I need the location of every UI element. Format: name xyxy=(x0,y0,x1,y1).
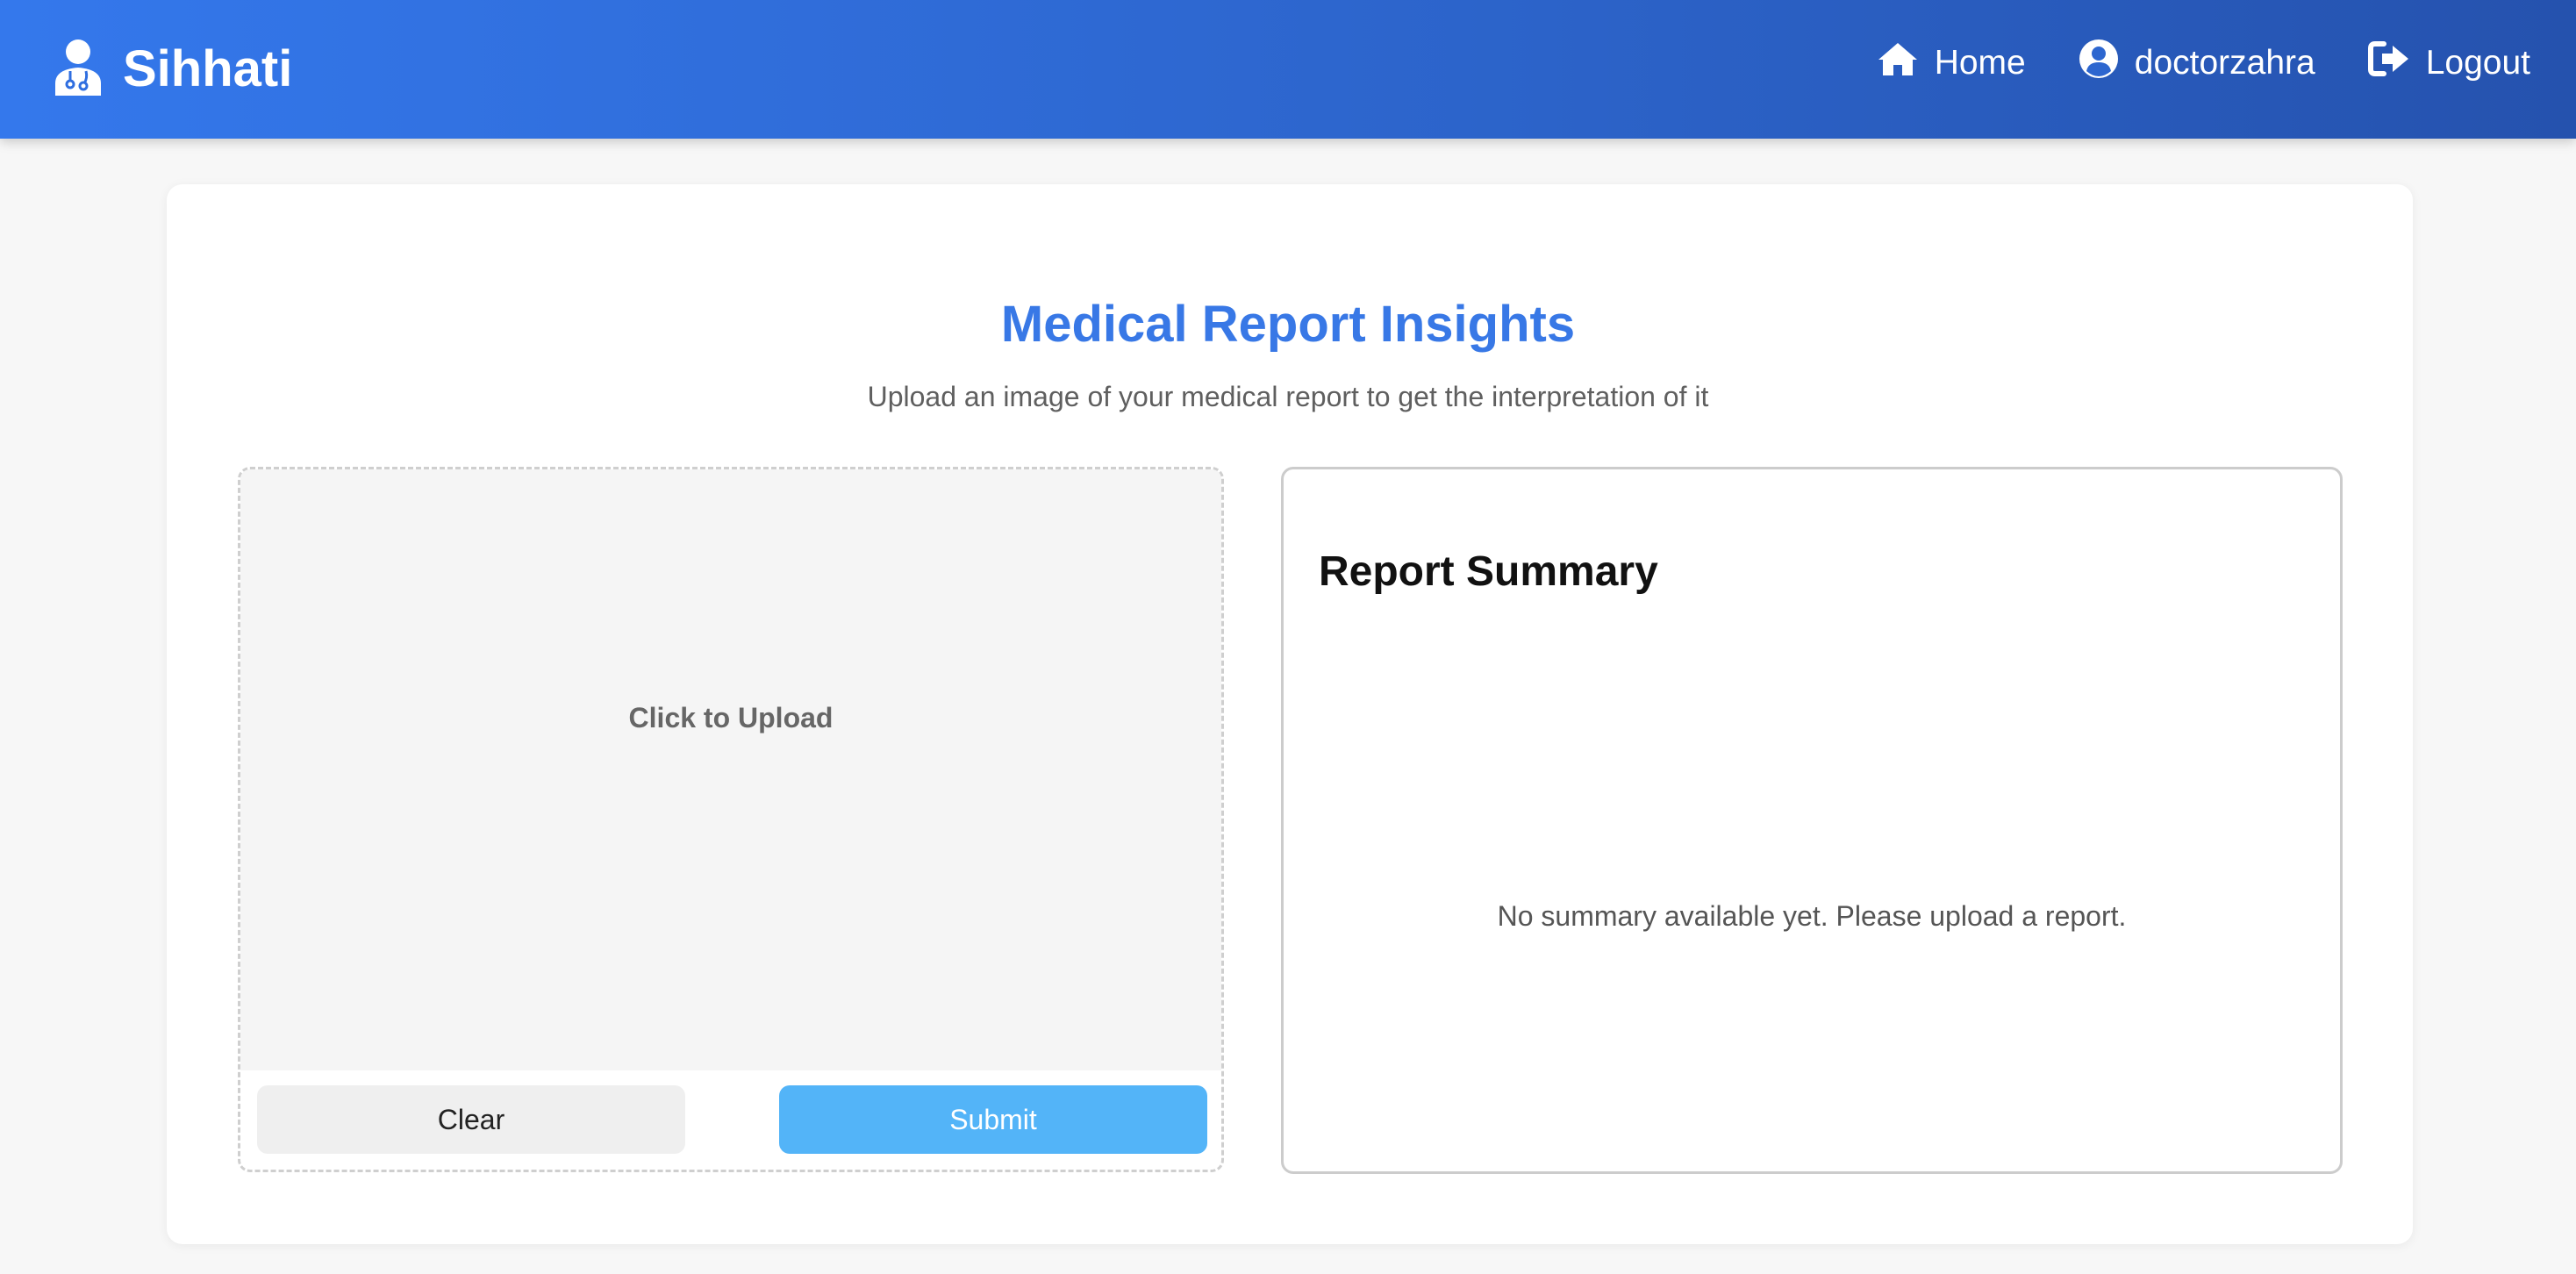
nav-home-label: Home xyxy=(1934,44,2026,82)
user-circle-icon xyxy=(2079,39,2135,88)
summary-empty-message: No summary available yet. Please upload … xyxy=(1497,900,2127,932)
brand-name: Sihhati xyxy=(123,40,293,97)
submit-button[interactable]: Submit xyxy=(779,1085,1207,1154)
sign-out-icon xyxy=(2367,40,2426,86)
nav-logout-label: Logout xyxy=(2425,44,2530,82)
upload-prompt[interactable]: Click to Upload xyxy=(238,702,1224,734)
nav-logout-link[interactable]: Logout xyxy=(2367,40,2530,86)
upload-panel xyxy=(238,467,1224,1172)
clear-button[interactable]: Clear xyxy=(257,1085,685,1154)
upload-dropzone[interactable] xyxy=(240,469,1221,1070)
brand[interactable]: Sihhati xyxy=(53,35,292,104)
page-title: Medical Report Insights xyxy=(1000,296,1576,353)
report-summary-title: Report Summary xyxy=(1319,548,1658,595)
nav-username: doctorzahra xyxy=(2134,44,2315,82)
nav-links: Home doctorzahra Logout xyxy=(1824,39,2530,88)
user-doctor-icon xyxy=(53,38,104,102)
nav-home-link[interactable]: Home xyxy=(1877,40,2026,86)
nav-profile-link[interactable]: doctorzahra xyxy=(2079,39,2315,88)
top-navbar: Sihhati Home doctorzahra Logout xyxy=(0,0,2576,139)
page-subtitle: Upload an image of your medical report t… xyxy=(867,381,1709,412)
home-icon xyxy=(1877,40,1935,86)
